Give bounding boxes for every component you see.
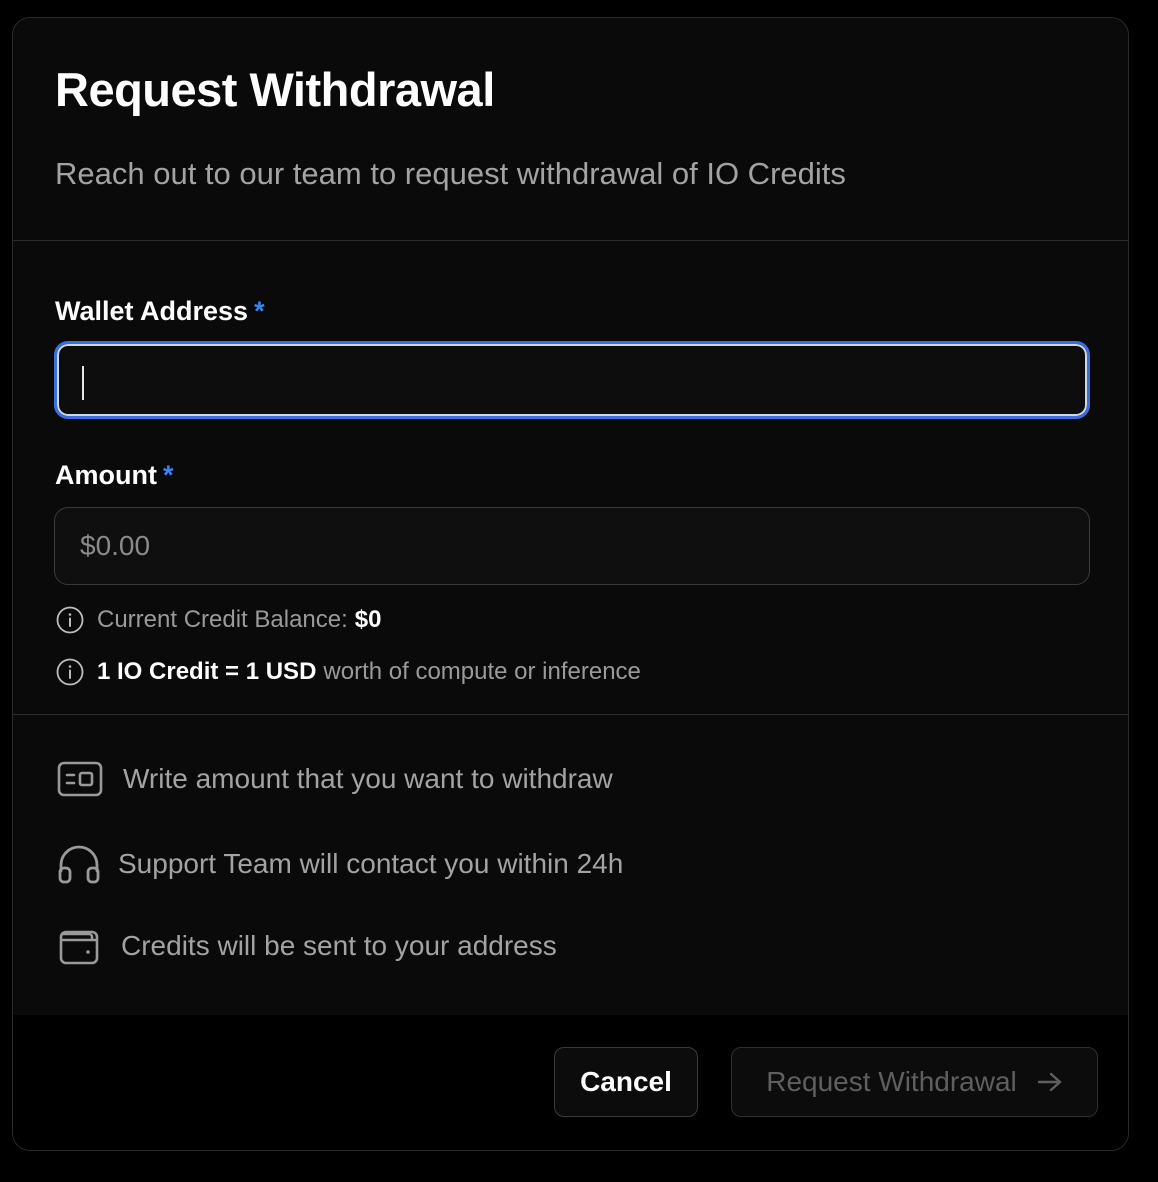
rate-info: 1 IO Credit = 1 USD worth of compute or … (56, 656, 641, 688)
dialog-footer: Cancel Request Withdrawal (13, 1015, 1128, 1150)
step-item: Support Team will contact you within 24h (57, 843, 623, 885)
rate-text: worth of compute or inference (323, 658, 641, 685)
text-caret (82, 366, 84, 400)
balance-label: Current Credit Balance: (97, 606, 348, 633)
request-withdrawal-button-label: Request Withdrawal (766, 1066, 1017, 1097)
withdrawal-form: Wallet Address* Amount* Current Credit B… (13, 241, 1128, 715)
dialog-title: Request Withdrawal (55, 63, 495, 116)
step-text: Write amount that you want to withdraw (123, 763, 613, 794)
request-withdrawal-button[interactable]: Request Withdrawal (731, 1047, 1098, 1117)
balance-value: $0 (354, 606, 382, 633)
cancel-button[interactable]: Cancel (554, 1047, 698, 1117)
process-steps: Write amount that you want to withdraw S… (13, 715, 1128, 1015)
rate-highlight: 1 IO Credit = 1 USD (97, 658, 317, 685)
balance-info: Current Credit Balance: $0 (56, 604, 381, 636)
dialog-header: Request Withdrawal Reach out to our team… (13, 18, 1128, 241)
headphones-icon (58, 845, 100, 884)
info-icon (56, 658, 84, 686)
dialog-subtitle: Reach out to our team to request withdra… (55, 156, 846, 191)
wallet-address-label-text: Wallet Address (55, 296, 249, 326)
wallet-address-field[interactable] (54, 341, 1090, 419)
required-mark: * (254, 296, 265, 326)
step-text: Credits will be sent to your address (121, 930, 557, 961)
cancel-button-label: Cancel (580, 1066, 672, 1097)
withdrawal-dialog: Request Withdrawal Reach out to our team… (12, 17, 1129, 1151)
amount-label: Amount * (55, 460, 174, 491)
wallet-address-input[interactable] (57, 344, 1087, 416)
step-item: Write amount that you want to withdraw (57, 761, 613, 797)
required-mark: * (162, 460, 174, 490)
wallet-icon (59, 930, 99, 965)
arrow-right-icon (1037, 1072, 1061, 1092)
wallet-address-label: Wallet Address * (55, 296, 265, 327)
step-text: Support Team will contact you within 24h (118, 848, 624, 879)
step-item: Credits will be sent to your address (57, 926, 557, 966)
amount-label-text: Amount (55, 460, 157, 490)
info-icon (56, 606, 84, 634)
amount-field[interactable] (54, 507, 1090, 585)
amount-input[interactable] (55, 508, 1089, 584)
id-card-icon (57, 761, 103, 797)
